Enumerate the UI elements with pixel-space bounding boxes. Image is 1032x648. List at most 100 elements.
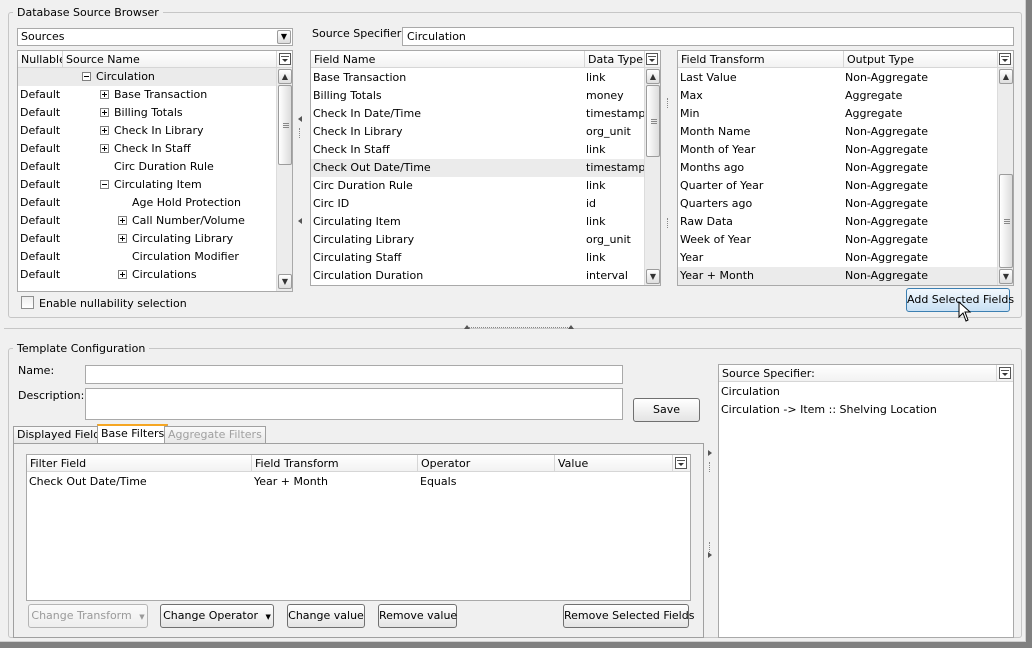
- change-value-button[interactable]: Change value: [287, 604, 365, 628]
- tree-row-name: Age Hold Protection: [132, 196, 241, 209]
- expand-plus-icon[interactable]: [100, 108, 109, 117]
- sources-combo[interactable]: Sources ▼: [17, 28, 293, 46]
- field-row[interactable]: Circulating Item link: [311, 213, 644, 231]
- transform-row[interactable]: Month Name Non-Aggregate: [678, 123, 997, 141]
- expand-plus-icon[interactable]: [118, 216, 127, 225]
- splitter-template[interactable]: [705, 362, 715, 638]
- scroll-up-icon[interactable]: ▲: [278, 69, 292, 84]
- tree-row[interactable]: Default Circulating Library: [18, 230, 276, 248]
- specifier-list-panel: Source Specifier: Circulation Circulation…: [718, 364, 1014, 638]
- tree-row[interactable]: Default Circulating Item: [18, 176, 276, 194]
- tab-displayed-fields[interactable]: Displayed Fields: [13, 426, 110, 444]
- splitter-left[interactable]: [296, 28, 304, 290]
- tree-row[interactable]: Default Check In Staff: [18, 140, 276, 158]
- field-name-column-header[interactable]: Field Name: [311, 51, 585, 68]
- transform-row[interactable]: Year Non-Aggregate: [678, 249, 997, 267]
- transform-row[interactable]: Year + Month Non-Aggregate: [678, 267, 997, 285]
- expand-plus-icon[interactable]: [118, 234, 127, 243]
- field-row[interactable]: Circ Duration Rule link: [311, 177, 644, 195]
- source-specifier-column-header[interactable]: Source Specifier:: [719, 365, 997, 382]
- scroll-thumb[interactable]: [646, 85, 660, 157]
- collapse-minus-icon[interactable]: [100, 180, 109, 189]
- scroll-down-icon[interactable]: ▼: [646, 269, 660, 284]
- column-chooser-icon[interactable]: [999, 367, 1011, 379]
- transform-row[interactable]: Month of Year Non-Aggregate: [678, 141, 997, 159]
- name-input[interactable]: [85, 365, 623, 384]
- field-row[interactable]: Base Transaction link: [311, 69, 644, 87]
- transform-row[interactable]: Min Aggregate: [678, 105, 997, 123]
- column-chooser-icon[interactable]: [999, 53, 1011, 65]
- field-row[interactable]: Circulating Library org_unit: [311, 231, 644, 249]
- field-row[interactable]: Check In Date/Time timestamp: [311, 105, 644, 123]
- field-list-scrollbar[interactable]: ▲ ▼: [644, 68, 660, 285]
- expand-plus-icon[interactable]: [100, 90, 109, 99]
- field-transform-column-header[interactable]: Field Transform: [678, 51, 844, 68]
- tree-row[interactable]: Circulation: [18, 68, 276, 86]
- remove-value-button[interactable]: Remove value: [378, 604, 457, 628]
- filter-row[interactable]: Check Out Date/Time Year + Month Equals: [27, 473, 690, 491]
- column-chooser-icon[interactable]: [279, 53, 291, 65]
- collapse-minus-icon[interactable]: [82, 72, 91, 81]
- tree-row[interactable]: Default Circ Duration Rule: [18, 158, 276, 176]
- transform-row[interactable]: Max Aggregate: [678, 87, 997, 105]
- scroll-thumb[interactable]: [999, 174, 1013, 268]
- tree-row[interactable]: Default Call Number/Volume: [18, 212, 276, 230]
- tree-row[interactable]: Default Circulations: [18, 266, 276, 284]
- value-column-header[interactable]: Value: [555, 455, 673, 472]
- tree-row[interactable]: Default Check In Library: [18, 122, 276, 140]
- scroll-up-icon[interactable]: ▲: [646, 69, 660, 84]
- field-row-type: timestamp: [586, 161, 644, 174]
- expand-plus-icon[interactable]: [100, 126, 109, 135]
- expand-plus-icon[interactable]: [118, 270, 127, 279]
- tree-row[interactable]: Default Circulation Modifier: [18, 248, 276, 266]
- operator-column-header[interactable]: Operator: [418, 455, 555, 472]
- field-row[interactable]: Circulating Staff link: [311, 249, 644, 267]
- tree-row[interactable]: Default Base Transaction: [18, 86, 276, 104]
- transform-row[interactable]: Last Value Non-Aggregate: [678, 69, 997, 87]
- scroll-up-icon[interactable]: ▲: [999, 69, 1013, 84]
- field-row[interactable]: Check In Library org_unit: [311, 123, 644, 141]
- horizontal-splitter[interactable]: [4, 324, 1022, 334]
- tree-row[interactable]: Default Billing Totals: [18, 104, 276, 122]
- change-operator-button[interactable]: Change Operator ▼: [160, 604, 274, 628]
- description-input[interactable]: [85, 388, 623, 420]
- tab-base-filters[interactable]: Base Filters: [97, 424, 169, 444]
- transform-list-scrollbar[interactable]: ▲ ▼: [997, 68, 1013, 285]
- field-row[interactable]: Billing Totals money: [311, 87, 644, 105]
- expand-plus-icon[interactable]: [100, 144, 109, 153]
- chevron-down-icon[interactable]: ▼: [277, 30, 291, 44]
- output-type-column-header[interactable]: Output Type: [844, 51, 998, 68]
- save-button[interactable]: Save: [633, 398, 700, 422]
- column-chooser-icon[interactable]: [646, 53, 658, 65]
- transform-row[interactable]: Raw Data Non-Aggregate: [678, 213, 997, 231]
- tree-row[interactable]: Default Age Hold Protection: [18, 194, 276, 212]
- field-row[interactable]: Check In Staff link: [311, 141, 644, 159]
- nullable-column-header[interactable]: Nullable: [18, 51, 63, 68]
- tree-row-nullable: Default: [20, 196, 61, 209]
- field-row[interactable]: Circ ID id: [311, 195, 644, 213]
- remove-selected-fields-button[interactable]: Remove Selected Fields: [563, 604, 694, 628]
- source-name-column-header[interactable]: Source Name: [63, 51, 277, 68]
- transform-row[interactable]: Week of Year Non-Aggregate: [678, 231, 997, 249]
- scroll-down-icon[interactable]: ▼: [999, 269, 1013, 284]
- data-type-column-header[interactable]: Data Type: [585, 51, 645, 68]
- filter-field-column-header[interactable]: Filter Field: [27, 455, 252, 472]
- nullability-checkbox[interactable]: [21, 296, 34, 309]
- tree-row-name: Base Transaction: [114, 88, 208, 101]
- transform-row[interactable]: Months ago Non-Aggregate: [678, 159, 997, 177]
- field-row[interactable]: Check Out Date/Time timestamp: [311, 159, 644, 177]
- tree-row-nullable: Default: [20, 124, 61, 137]
- filter-transform-column-header[interactable]: Field Transform: [252, 455, 418, 472]
- scroll-down-icon[interactable]: ▼: [278, 274, 292, 289]
- transform-row[interactable]: Quarter of Year Non-Aggregate: [678, 177, 997, 195]
- specifier-row[interactable]: Circulation -> Item :: Shelving Location: [719, 401, 1013, 419]
- splitter-middle[interactable]: [663, 50, 673, 286]
- source-tree-scrollbar[interactable]: ▲ ▼: [276, 68, 292, 291]
- transform-row[interactable]: Quarters ago Non-Aggregate: [678, 195, 997, 213]
- field-row[interactable]: Circulation Duration interval: [311, 267, 644, 285]
- transform-row-output: Non-Aggregate: [845, 197, 928, 210]
- specifier-row[interactable]: Circulation: [719, 383, 1013, 401]
- source-specifier-field[interactable]: Circulation: [402, 27, 1014, 46]
- scroll-thumb[interactable]: [278, 85, 292, 165]
- column-chooser-icon[interactable]: [675, 457, 687, 469]
